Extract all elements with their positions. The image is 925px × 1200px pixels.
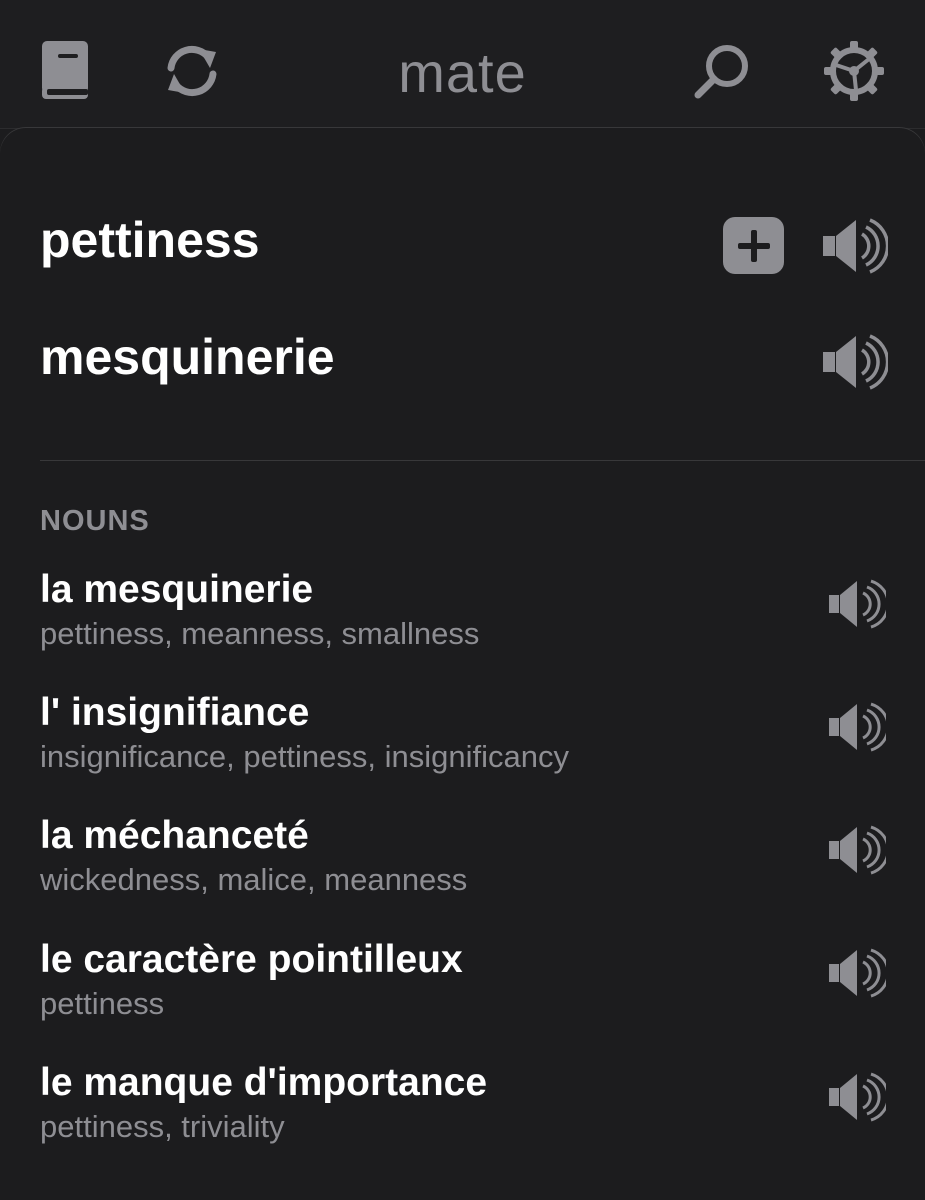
- entry-term: le manque d'importance: [40, 1061, 488, 1104]
- entry-translations: pettiness, meanness, smallness: [40, 616, 480, 651]
- speaker-icon[interactable]: [828, 945, 886, 1001]
- entry-translations: insignificance, pettiness, insignificanc…: [40, 739, 569, 774]
- divider: [40, 460, 925, 461]
- search-icon[interactable]: [690, 38, 754, 104]
- source-word: pettiness: [40, 212, 260, 268]
- list-item[interactable]: la mesquinerie pettiness, meanness, smal…: [40, 568, 810, 668]
- list-item[interactable]: le caractère pointilleux pettiness: [40, 938, 810, 1038]
- speaker-icon[interactable]: [828, 822, 886, 878]
- entry-term: la mesquinerie: [40, 568, 314, 611]
- entry-translations: pettiness, triviality: [40, 1109, 285, 1144]
- sync-icon[interactable]: [160, 38, 224, 104]
- target-word: mesquinerie: [40, 329, 335, 385]
- section-label-nouns: NOUNS: [40, 505, 150, 537]
- entry-term: la méchanceté: [40, 814, 309, 857]
- speaker-icon[interactable]: [828, 576, 886, 632]
- speaker-icon[interactable]: [828, 699, 886, 755]
- speaker-icon[interactable]: [828, 1069, 886, 1125]
- list-item[interactable]: le manque d'importance pettiness, trivia…: [40, 1061, 810, 1161]
- add-to-phrasebook-button[interactable]: [723, 217, 784, 274]
- list-item[interactable]: la méchanceté wickedness, malice, meanne…: [40, 814, 810, 914]
- entry-term: l' insignifiance: [40, 691, 310, 734]
- gear-icon[interactable]: [822, 38, 886, 104]
- entry-term: le caractère pointilleux: [40, 938, 463, 981]
- entry-translations: pettiness: [40, 986, 165, 1021]
- list-item[interactable]: l' insignifiance insignificance, pettine…: [40, 691, 810, 791]
- book-icon[interactable]: [32, 38, 96, 104]
- top-toolbar: mate: [0, 0, 925, 129]
- entry-translations: wickedness, malice, meanness: [40, 862, 468, 897]
- app-title: mate: [398, 41, 527, 104]
- speaker-icon[interactable]: [822, 330, 888, 394]
- plus-icon: [737, 229, 770, 262]
- speaker-icon[interactable]: [822, 214, 888, 278]
